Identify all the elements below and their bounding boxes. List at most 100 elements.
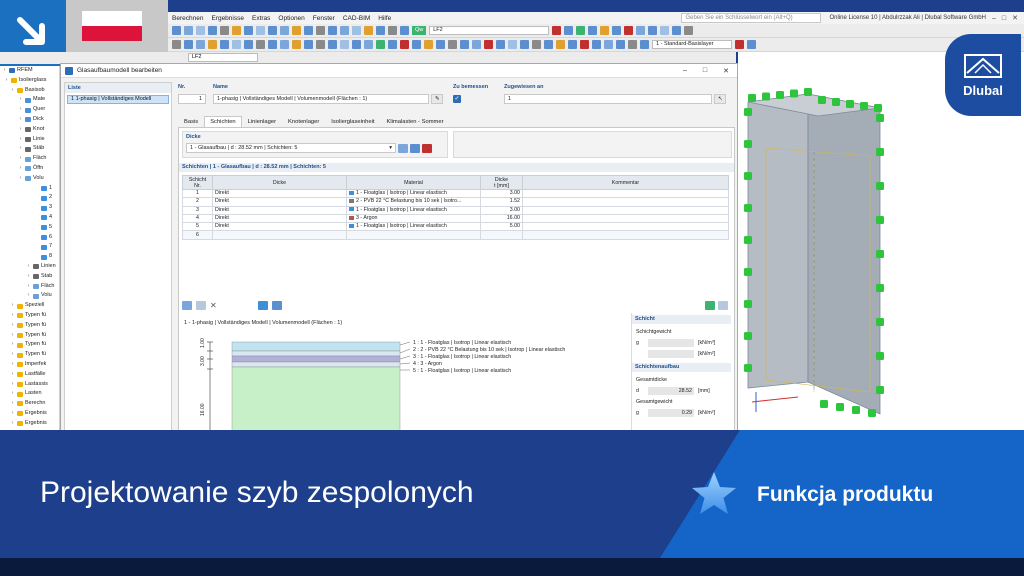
toolbar-icon[interactable] bbox=[316, 40, 325, 49]
cell-kommentar[interactable] bbox=[522, 205, 729, 215]
toolbar-icon[interactable] bbox=[388, 40, 397, 49]
navigator-item[interactable]: › Fläch bbox=[0, 154, 59, 164]
chevron-right-icon[interactable]: › bbox=[26, 291, 31, 301]
menu-cad-bim[interactable]: CAD-BIM bbox=[339, 15, 374, 22]
toolbar-icon[interactable] bbox=[196, 40, 205, 49]
dicke-dropdown[interactable]: 1 - Glasaufbau | d : 28.52 mm | Schichte… bbox=[186, 143, 396, 153]
loadcase-dropdown-secondary[interactable]: LF2 bbox=[188, 53, 258, 62]
navigator-item[interactable]: › Typen fü bbox=[0, 311, 59, 321]
toolbar-icon[interactable] bbox=[292, 26, 301, 35]
toolbar-icon[interactable] bbox=[580, 40, 589, 49]
toolbar-icon[interactable] bbox=[292, 40, 301, 49]
chevron-right-icon[interactable]: › bbox=[26, 262, 31, 272]
toolbar-icon[interactable] bbox=[376, 26, 385, 35]
cell-kommentar[interactable] bbox=[522, 230, 729, 240]
toolbar-icon[interactable] bbox=[232, 40, 241, 49]
cell-dicke[interactable]: Direkt bbox=[212, 222, 347, 232]
toolbar-icon[interactable] bbox=[340, 26, 349, 35]
new-thickness-icon[interactable] bbox=[398, 143, 408, 153]
toolbar-icon[interactable] bbox=[568, 40, 577, 49]
toolbar-icon[interactable] bbox=[208, 40, 217, 49]
delete-row-icon[interactable]: ✕ bbox=[210, 301, 220, 310]
toolbar-icon[interactable] bbox=[564, 26, 574, 35]
navigator-item[interactable]: › Isolierglass bbox=[0, 76, 59, 86]
export-icon[interactable] bbox=[272, 301, 282, 310]
chevron-right-icon[interactable]: › bbox=[10, 86, 15, 96]
name-field[interactable]: 1-phasig | Vollständiges Modell | Volume… bbox=[213, 94, 429, 104]
toolbar-icon[interactable] bbox=[496, 40, 505, 49]
maximize-icon[interactable]: □ bbox=[1002, 15, 1006, 22]
navigator-item[interactable]: › Lastassis bbox=[0, 380, 59, 390]
chevron-right-icon[interactable]: › bbox=[18, 144, 23, 154]
toolbar-icon[interactable] bbox=[648, 26, 658, 35]
navigator-item[interactable]: › Linie bbox=[0, 135, 59, 145]
toolbar-icon[interactable] bbox=[220, 40, 229, 49]
keyword-search-input[interactable]: Geben Sie ein Schlüsselwort ein (Alt+Q) bbox=[681, 13, 822, 23]
toolbar-icon[interactable] bbox=[400, 26, 409, 35]
toolbar-icon[interactable] bbox=[624, 26, 634, 35]
navigator-item[interactable]: › Fläch bbox=[0, 282, 59, 292]
toolbar-icon[interactable] bbox=[364, 40, 373, 49]
toolbar-icon[interactable] bbox=[448, 40, 457, 49]
chevron-right-icon[interactable]: › bbox=[18, 95, 23, 105]
pick-icon[interactable]: ↖ bbox=[714, 94, 726, 104]
navigator-item[interactable]: 2 bbox=[0, 193, 59, 203]
toolbar-icon[interactable] bbox=[304, 26, 313, 35]
cell-material[interactable]: 1 - Floatglas | Isotrop | Linear elastis… bbox=[346, 205, 481, 215]
cell-dicke[interactable]: Direkt bbox=[212, 213, 347, 224]
toolbar-icon[interactable] bbox=[328, 26, 337, 35]
cell-thickness[interactable]: 5.00 bbox=[480, 222, 523, 232]
cell-thickness[interactable]: 3.00 bbox=[480, 188, 523, 199]
dialog-minimize-icon[interactable]: – bbox=[683, 67, 687, 75]
navigator-item[interactable]: › Stab bbox=[0, 272, 59, 282]
toolbar-icon[interactable] bbox=[184, 26, 193, 35]
chevron-right-icon[interactable]: › bbox=[2, 66, 7, 76]
cell-dicke[interactable]: Direkt bbox=[212, 205, 347, 215]
settings-icon[interactable] bbox=[718, 301, 728, 310]
toolbar-icon[interactable] bbox=[532, 40, 541, 49]
tab-isolierglaseinheit[interactable]: Isolierglaseinheit bbox=[325, 116, 380, 127]
toolbar-icon[interactable] bbox=[556, 40, 565, 49]
cell-nr[interactable]: 2 bbox=[182, 197, 213, 207]
chevron-right-icon[interactable]: › bbox=[10, 301, 15, 311]
chevron-right-icon[interactable]: › bbox=[10, 321, 15, 331]
cell-dicke[interactable] bbox=[212, 230, 347, 240]
chevron-right-icon[interactable]: › bbox=[26, 272, 31, 282]
toolbar-icon[interactable] bbox=[244, 40, 253, 49]
toolbar-icon[interactable] bbox=[735, 40, 744, 49]
table-row[interactable]: 5 Direkt 1 - Floatglas | Isotrop | Linear … bbox=[182, 222, 729, 232]
cell-kommentar[interactable] bbox=[522, 222, 729, 232]
toolbar-icon[interactable] bbox=[352, 26, 361, 35]
toolbar-icon[interactable] bbox=[304, 40, 313, 49]
navigator-item[interactable]: 5 bbox=[0, 223, 59, 233]
toolbar-icon[interactable] bbox=[256, 26, 265, 35]
menu-fenster[interactable]: Fenster bbox=[309, 15, 339, 22]
edit-name-icon[interactable]: ✎ bbox=[431, 94, 443, 104]
navigator-item[interactable]: › Quer bbox=[0, 105, 59, 115]
cell-nr[interactable]: 4 bbox=[182, 213, 213, 224]
cell-material[interactable]: 1 - Floatglas | Isotrop | Linear elastis… bbox=[346, 222, 481, 232]
menu-berechnen[interactable]: Berechnen bbox=[168, 15, 207, 22]
navigator-item[interactable]: › Knot bbox=[0, 125, 59, 135]
toolbar-icon[interactable] bbox=[328, 40, 337, 49]
toolbar-icon[interactable] bbox=[436, 40, 445, 49]
dialog-close-icon[interactable]: ✕ bbox=[723, 67, 729, 75]
toolbar-icon[interactable] bbox=[592, 40, 601, 49]
loadcase-dropdown[interactable]: LF2 bbox=[429, 26, 550, 35]
table-row[interactable]: 2 Direkt 2 - PVB 22 °C Belastung bis 10 se… bbox=[182, 197, 729, 207]
toolbar-icon[interactable] bbox=[172, 26, 181, 35]
cell-thickness[interactable]: 16.00 bbox=[480, 213, 523, 224]
toolbar-icon[interactable] bbox=[612, 26, 622, 35]
navigator-item[interactable]: › Dick bbox=[0, 115, 59, 125]
tab-linienlager[interactable]: Linienlager bbox=[242, 116, 282, 127]
layer-dropdown[interactable]: 1 - Standard-Basislayer bbox=[652, 40, 732, 49]
cell-thickness[interactable]: 3.00 bbox=[480, 205, 523, 215]
chevron-right-icon[interactable]: › bbox=[10, 370, 15, 380]
toolbar-icon[interactable] bbox=[520, 40, 529, 49]
g-value-field[interactable] bbox=[648, 338, 694, 347]
cell-dicke[interactable]: Direkt bbox=[212, 188, 347, 199]
toolbar-icon[interactable] bbox=[424, 40, 433, 49]
list-item[interactable]: 1 1-phasig | Vollständiges Modell bbox=[67, 95, 169, 104]
toolbar-icon[interactable] bbox=[280, 40, 289, 49]
toolbar-icon[interactable] bbox=[672, 26, 682, 35]
